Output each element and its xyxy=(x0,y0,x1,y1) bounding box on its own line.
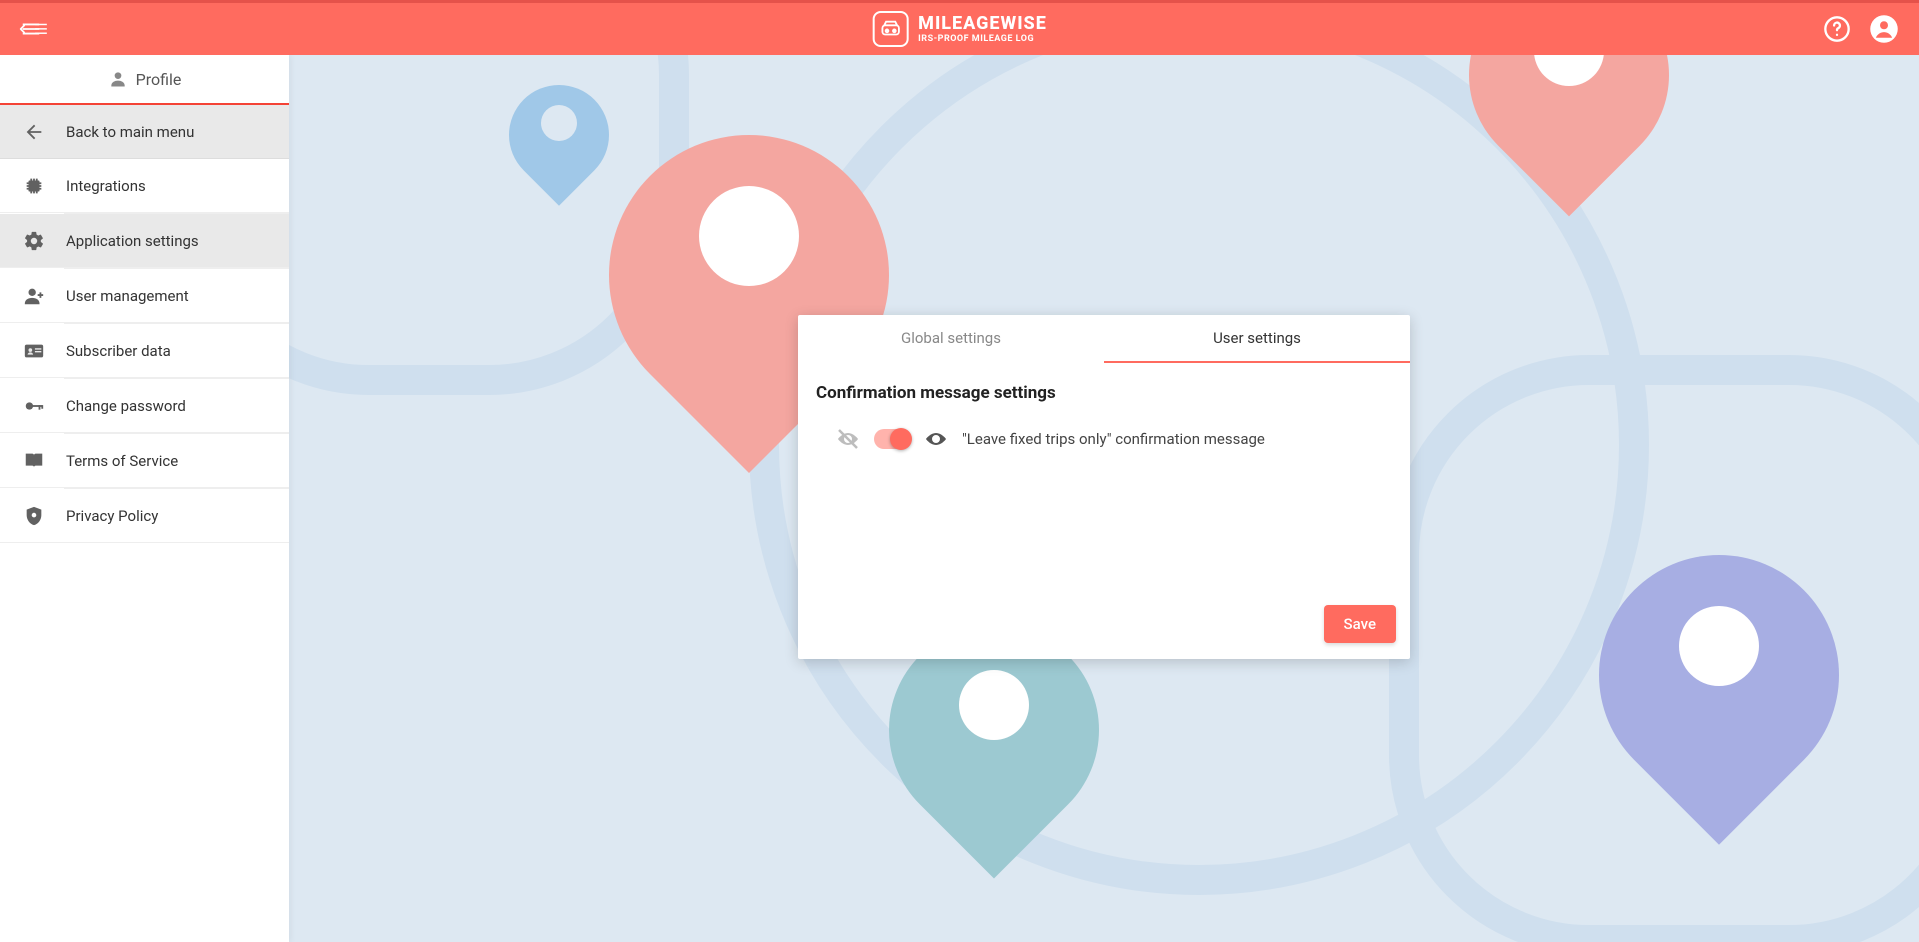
sidebar-item-label: Application settings xyxy=(66,232,199,250)
sidebar-item-integrations[interactable]: Integrations xyxy=(0,159,289,213)
settings-panel: Global settings User settings Confirmati… xyxy=(798,315,1410,659)
sidebar-item-privacy[interactable]: Privacy Policy xyxy=(0,489,289,543)
id-card-icon xyxy=(22,340,46,362)
sidebar-item-label: Terms of Service xyxy=(66,452,178,470)
tab-user-settings[interactable]: User settings xyxy=(1104,315,1410,363)
confirmation-setting-row: "Leave fixed trips only" confirmation me… xyxy=(816,427,1392,451)
sidebar: Profile Back to main menu Integrations A… xyxy=(0,55,289,942)
tab-label: User settings xyxy=(1213,329,1301,347)
sidebar-item-label: Privacy Policy xyxy=(66,507,158,525)
settings-tabs: Global settings User settings xyxy=(798,315,1410,363)
help-icon[interactable] xyxy=(1823,15,1851,43)
map-pin-icon xyxy=(509,85,609,185)
sidebar-item-label: Subscriber data xyxy=(66,342,171,360)
sidebar-item-terms[interactable]: Terms of Service xyxy=(0,434,289,488)
menu-toggle-icon[interactable] xyxy=(20,18,50,40)
sidebar-item-application-settings[interactable]: Application settings xyxy=(0,214,289,268)
brand-tagline: IRS-PROOF MILEAGE LOG xyxy=(918,35,1047,44)
sidebar-item-subscriber-data[interactable]: Subscriber data xyxy=(0,324,289,378)
map-pin-icon xyxy=(1469,55,1669,175)
tab-global-settings[interactable]: Global settings xyxy=(798,315,1104,363)
sidebar-item-label: Integrations xyxy=(66,177,146,195)
book-icon xyxy=(22,450,46,472)
visibility-on-icon xyxy=(924,427,948,451)
setting-label: "Leave fixed trips only" confirmation me… xyxy=(962,430,1265,448)
sidebar-item-label: User management xyxy=(66,287,189,305)
key-icon xyxy=(22,395,46,417)
confirmation-toggle[interactable] xyxy=(874,429,910,449)
profile-tab-label: Profile xyxy=(136,70,182,89)
user-plus-icon xyxy=(22,285,46,307)
sidebar-item-change-password[interactable]: Change password xyxy=(0,379,289,433)
section-title: Confirmation message settings xyxy=(816,383,1392,403)
sidebar-back-label: Back to main menu xyxy=(66,123,194,141)
chip-icon xyxy=(22,175,46,197)
save-button[interactable]: Save xyxy=(1324,605,1396,643)
sidebar-item-label: Change password xyxy=(66,397,186,415)
map-pin-icon xyxy=(1599,555,1839,795)
sidebar-back[interactable]: Back to main menu xyxy=(0,105,289,159)
logo-icon xyxy=(872,11,908,47)
shield-icon xyxy=(22,505,46,527)
profile-tab[interactable]: Profile xyxy=(0,55,289,105)
account-icon[interactable] xyxy=(1869,14,1899,44)
app-header: MILEAGEWISE IRS-PROOF MILEAGE LOG xyxy=(0,0,1919,55)
main-content: Global settings User settings Confirmati… xyxy=(289,55,1919,942)
visibility-off-icon xyxy=(836,427,860,451)
gear-icon xyxy=(22,230,46,252)
tab-label: Global settings xyxy=(901,329,1001,347)
brand-name: MILEAGEWISE xyxy=(918,15,1047,33)
arrow-back-icon xyxy=(22,121,46,143)
brand-logo: MILEAGEWISE IRS-PROOF MILEAGE LOG xyxy=(872,11,1047,47)
sidebar-item-user-management[interactable]: User management xyxy=(0,269,289,323)
